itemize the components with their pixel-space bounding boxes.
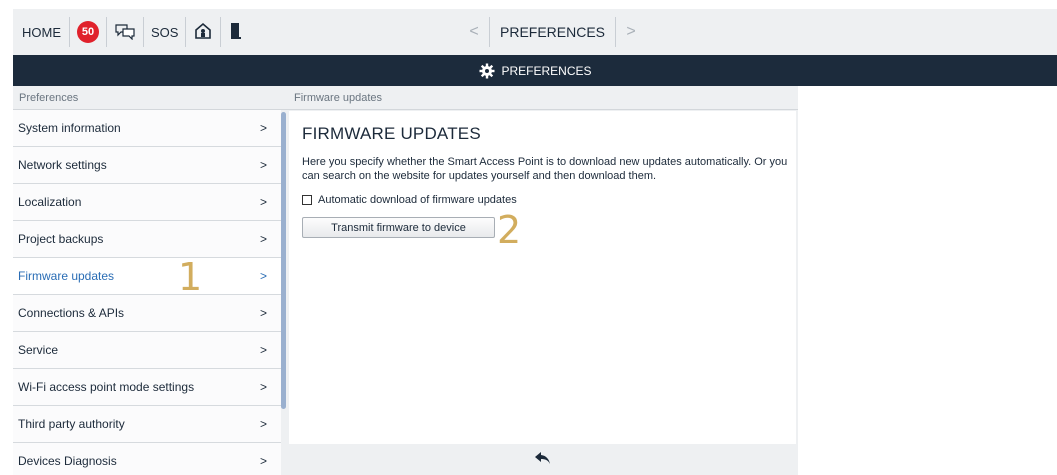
- sidebar-item-network-settings[interactable]: Network settings >: [13, 147, 281, 184]
- preferences-header: PREFERENCES: [13, 55, 1057, 86]
- sidebar-item-project-backups[interactable]: Project backups >: [13, 221, 281, 258]
- sidebar-item-label: Wi-Fi access point mode settings: [18, 380, 195, 394]
- sidebar-item-firmware-updates[interactable]: Firmware updates >: [13, 258, 281, 295]
- sidebar-item-label: Connections & APIs: [18, 306, 125, 320]
- chevron-right-icon: >: [259, 232, 267, 246]
- description-text: Here you specify whether the Smart Acces…: [302, 156, 788, 182]
- sidebar-item-localization[interactable]: Localization >: [13, 184, 281, 221]
- nav-title: PREFERENCES: [489, 17, 617, 47]
- sidebar: Preferences System information > Network…: [13, 86, 287, 475]
- panel-footer: [287, 445, 798, 475]
- sidebar-item-devices-diagnosis[interactable]: Devices Diagnosis >: [13, 443, 281, 475]
- chevron-right-icon: >: [259, 121, 267, 135]
- messages-button[interactable]: [107, 17, 144, 47]
- main-panel-header: Firmware updates: [287, 86, 798, 110]
- top-bar: HOME 50 SOS < PREFERENCES >: [13, 9, 1057, 55]
- next-page-button[interactable]: >: [616, 17, 646, 47]
- auto-download-checkbox[interactable]: [302, 195, 312, 205]
- sidebar-item-service[interactable]: Service >: [13, 332, 281, 369]
- annotation-marker-1: 1: [178, 255, 203, 299]
- sidebar-item-label: Project backups: [18, 232, 104, 246]
- door-button[interactable]: [221, 17, 249, 47]
- home-button[interactable]: HOME: [13, 17, 70, 47]
- sidebar-scrollbar[interactable]: [281, 112, 286, 409]
- chevron-right-icon: >: [259, 417, 267, 431]
- sidebar-item-label: Network settings: [18, 158, 107, 172]
- chevron-right-icon: >: [259, 195, 267, 209]
- sidebar-header: Preferences: [13, 86, 287, 110]
- sidebar-item-third-party-authority[interactable]: Third party authority >: [13, 406, 281, 443]
- sidebar-item-label: Devices Diagnosis: [18, 454, 117, 468]
- chevron-right-icon: >: [259, 454, 267, 468]
- page-title: FIRMWARE UPDATES: [302, 124, 481, 143]
- chevron-right-icon: >: [259, 343, 267, 357]
- back-arrow-icon[interactable]: [534, 451, 552, 470]
- top-left-toolbar: HOME 50 SOS: [13, 17, 249, 47]
- auto-download-label: Automatic download of firmware updates: [318, 194, 517, 206]
- sidebar-item-system-information[interactable]: System information >: [13, 110, 281, 147]
- door-icon: [228, 21, 242, 44]
- chevron-right-icon: >: [259, 306, 267, 320]
- header-title: PREFERENCES: [501, 63, 592, 78]
- messages-icon: [114, 22, 136, 43]
- sidebar-item-wifi-access-point[interactable]: Wi-Fi access point mode settings >: [13, 369, 281, 406]
- firmware-content: FIRMWARE UPDATES Here you specify whethe…: [289, 111, 796, 444]
- house-icon: [193, 21, 213, 44]
- chevron-right-icon: >: [259, 269, 267, 283]
- auto-download-option[interactable]: Automatic download of firmware updates: [302, 194, 517, 206]
- top-navigation: < PREFERENCES >: [459, 17, 646, 47]
- sidebar-item-connections-apis[interactable]: Connections & APIs >: [13, 295, 281, 332]
- sidebar-item-label: Localization: [18, 195, 82, 209]
- chevron-right-icon: >: [259, 380, 267, 394]
- prev-page-button[interactable]: <: [459, 17, 489, 47]
- sidebar-item-label: Service: [18, 343, 59, 357]
- main-panel: Firmware updates FIRMWARE UPDATES Here y…: [287, 86, 798, 475]
- annotation-marker-2: 2: [497, 208, 522, 252]
- transmit-firmware-button[interactable]: Transmit firmware to device: [302, 217, 495, 238]
- sos-button[interactable]: SOS: [144, 17, 187, 47]
- house-button[interactable]: [186, 17, 222, 47]
- chevron-right-icon: >: [259, 158, 267, 172]
- gear-icon: [479, 63, 495, 79]
- notifications-button[interactable]: 50: [70, 17, 107, 47]
- sidebar-item-label: System information: [18, 121, 121, 135]
- notification-badge: 50: [77, 21, 99, 43]
- sidebar-item-label: Third party authority: [18, 417, 125, 431]
- sidebar-item-label: Firmware updates: [18, 269, 115, 283]
